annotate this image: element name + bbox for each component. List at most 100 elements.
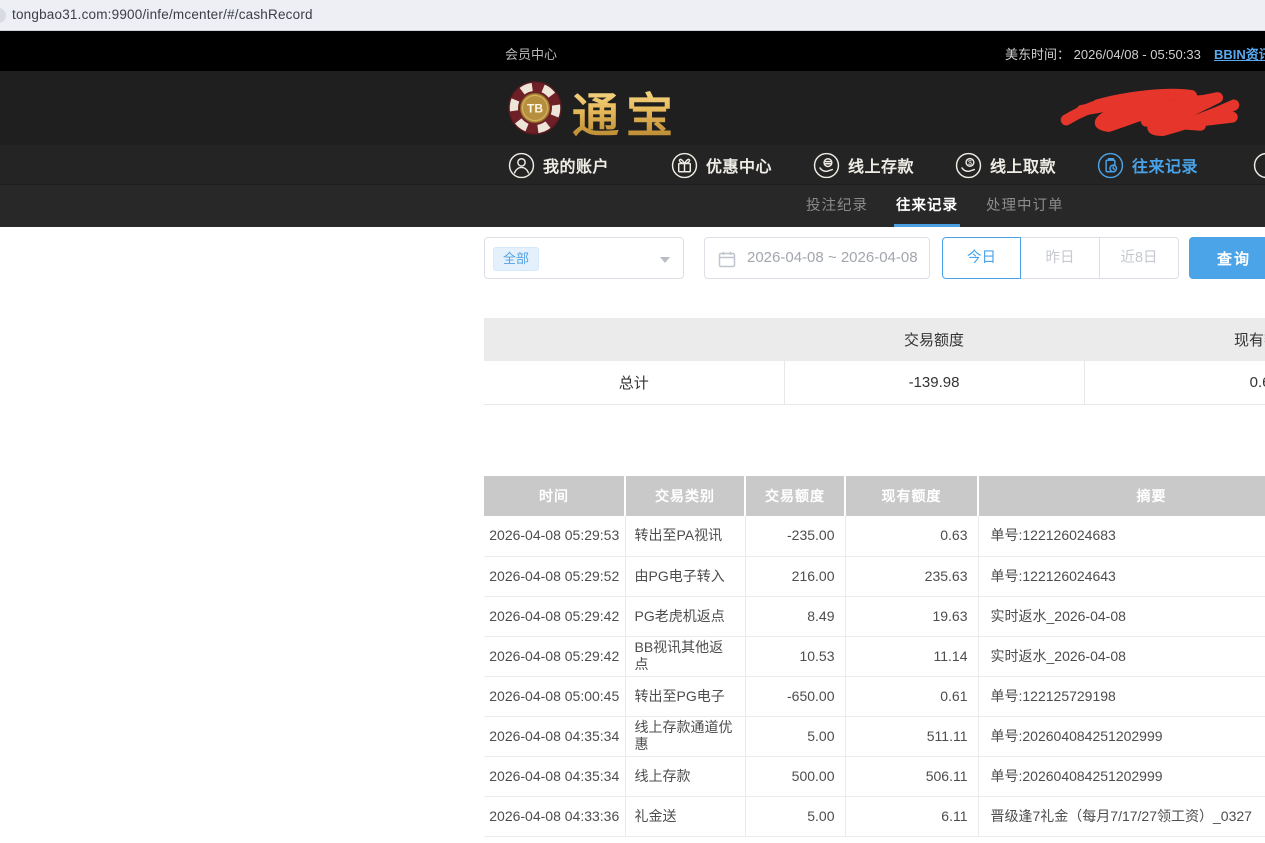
- cell-time: 2026-04-08 05:29:52: [484, 556, 625, 596]
- cell-balance: 0.63: [845, 516, 978, 556]
- cell-note: 单号:122126024683: [978, 516, 1265, 556]
- tb-badge-text: TB: [527, 102, 543, 116]
- cell-time: 2026-04-08 04:33:36: [484, 796, 625, 836]
- nav-item-next-partial[interactable]: [1253, 145, 1265, 185]
- browser-url-bar[interactable]: tongbao31.com:9900/infe/mcenter/#/cashRe…: [0, 0, 1265, 31]
- cell-trade-amount: 5.00: [745, 796, 845, 836]
- bbin-news-link[interactable]: BBIN资讯: [1214, 44, 1265, 63]
- cell-trade-amount: -650.00: [745, 676, 845, 716]
- date-range-value: 2026-04-08 ~ 2026-04-08: [747, 249, 918, 266]
- page: tongbao31.com:9900/infe/mcenter/#/cashRe…: [0, 0, 1265, 843]
- col-header-note: 摘要: [978, 476, 1265, 516]
- cell-type: 由PG电子转入: [625, 556, 745, 596]
- table-row: 2026-04-08 05:00:45转出至PG电子-650.000.61单号:…: [484, 676, 1265, 716]
- summary-trade-amount-value: -139.98: [784, 361, 1084, 404]
- tb-chip-logo-icon[interactable]: TB: [508, 81, 562, 135]
- cell-note: 实时返水_2026-04-08: [978, 636, 1265, 676]
- cell-type: BB视讯其他返点: [625, 636, 745, 676]
- nav-item-my-account[interactable]: 我的账户: [508, 145, 609, 185]
- withdraw-icon: $: [955, 152, 982, 179]
- eastern-time-label: 美东时间： 2026/04/08 - 05:50:33: [1005, 44, 1201, 63]
- cell-time: 2026-04-08 05:29:42: [484, 596, 625, 636]
- nav-item-online-deposit[interactable]: 线上存款: [813, 145, 914, 185]
- sub-nav: 投注纪录 往来记录 处理中订单: [0, 185, 1265, 227]
- deposit-icon: [813, 152, 840, 179]
- cell-trade-amount: 10.53: [745, 636, 845, 676]
- yesterday-button[interactable]: 昨日: [1021, 237, 1100, 279]
- cell-time: 2026-04-08 04:35:34: [484, 716, 625, 756]
- calendar-icon: [717, 249, 737, 269]
- records-table-body: 2026-04-08 05:29:53转出至PA视讯-235.000.63单号:…: [484, 516, 1265, 836]
- cell-type: PG老虎机返点: [625, 596, 745, 636]
- cell-trade-amount: 8.49: [745, 596, 845, 636]
- cell-balance: 6.11: [845, 796, 978, 836]
- records-table: 时间 交易类别 交易额度 现有额度 摘要 2026-04-08 05:29:53…: [484, 476, 1265, 837]
- last-8-days-button[interactable]: 近8日: [1100, 237, 1179, 279]
- cell-balance: 506.11: [845, 756, 978, 796]
- cell-balance: 235.63: [845, 556, 978, 596]
- url-text[interactable]: tongbao31.com:9900/infe/mcenter/#/cashRe…: [12, 7, 313, 22]
- summary-header-empty: [484, 318, 784, 361]
- cell-trade-amount: 216.00: [745, 556, 845, 596]
- subnav-pending-orders[interactable]: 处理中订单: [986, 185, 1064, 227]
- cell-trade-amount: 5.00: [745, 716, 845, 756]
- col-header-time: 时间: [484, 476, 625, 516]
- table-row: 2026-04-08 04:33:36礼金送5.006.11晋级逢7礼金（每月7…: [484, 796, 1265, 836]
- search-button[interactable]: 查询: [1189, 237, 1265, 279]
- top-bar: 会员中心 美东时间： 2026/04/08 - 05:50:33 BBIN资讯: [0, 31, 1265, 71]
- nav-label: 线上取款: [990, 153, 1056, 177]
- col-header-trade-amount: 交易额度: [745, 476, 845, 516]
- subnav-transaction-records[interactable]: 往来记录: [896, 185, 958, 227]
- cell-note: 实时返水_2026-04-08: [978, 596, 1265, 636]
- cell-trade-amount: -235.00: [745, 516, 845, 556]
- cell-time: 2026-04-08 04:35:34: [484, 756, 625, 796]
- summary-table: 交易额度 现有额度 总计 -139.98 0.63: [484, 318, 1265, 405]
- table-row: 2026-04-08 04:35:34线上存款通道优惠5.00511.11单号:…: [484, 716, 1265, 756]
- quick-date-buttons: 今日 昨日 近8日: [942, 237, 1179, 279]
- summary-balance-value: 0.63: [1084, 361, 1265, 404]
- records-header-row: 时间 交易类别 交易额度 现有额度 摘要: [484, 476, 1265, 516]
- cell-note: 晋级逢7礼金（每月7/17/27领工资）_0327: [978, 796, 1265, 836]
- table-row: 2026-04-08 05:29:42BB视讯其他返点10.5311.14实时返…: [484, 636, 1265, 676]
- col-header-type: 交易类别: [625, 476, 745, 516]
- cell-type: 转出至PA视讯: [625, 516, 745, 556]
- summary-header-trade-amount: 交易额度: [784, 318, 1084, 361]
- cell-balance: 11.14: [845, 636, 978, 676]
- cell-balance: 19.63: [845, 596, 978, 636]
- header-bar: TB 通宝: [0, 71, 1265, 145]
- cell-type: 线上存款通道优惠: [625, 716, 745, 756]
- brand-name[interactable]: 通宝: [572, 77, 680, 146]
- col-header-balance: 现有额度: [845, 476, 978, 516]
- cell-time: 2026-04-08 05:00:45: [484, 676, 625, 716]
- nav-item-online-withdraw[interactable]: $ 线上取款: [955, 145, 1056, 185]
- type-select[interactable]: 全部: [484, 237, 684, 279]
- cell-balance: 511.11: [845, 716, 978, 756]
- chevron-down-icon: [660, 257, 670, 263]
- table-row: 2026-04-08 05:29:42PG老虎机返点8.4919.63实时返水_…: [484, 596, 1265, 636]
- cell-note: 单号:202604084251202999: [978, 756, 1265, 796]
- today-button[interactable]: 今日: [942, 237, 1021, 279]
- summary-header-row: 交易额度 现有额度: [484, 318, 1265, 361]
- cell-note: 单号:122125729198: [978, 676, 1265, 716]
- cell-type: 礼金送: [625, 796, 745, 836]
- svg-text:$: $: [968, 158, 972, 167]
- gift-icon: [671, 152, 698, 179]
- summary-total-row: 总计 -139.98 0.63: [484, 361, 1265, 404]
- table-row: 2026-04-08 04:35:34线上存款500.00506.11单号:20…: [484, 756, 1265, 796]
- cell-note: 单号:122126024643: [978, 556, 1265, 596]
- cell-trade-amount: 500.00: [745, 756, 845, 796]
- subnav-bet-records[interactable]: 投注纪录: [806, 185, 868, 227]
- records-icon: [1097, 152, 1124, 179]
- red-scribble-redaction: [1049, 78, 1251, 147]
- type-select-tag[interactable]: 全部: [493, 247, 539, 271]
- member-center-link[interactable]: 会员中心: [505, 44, 557, 63]
- nav-item-transaction-records[interactable]: 往来记录: [1097, 145, 1198, 185]
- cell-type: 转出至PG电子: [625, 676, 745, 716]
- partial-nav-icon: [1253, 152, 1265, 179]
- cell-time: 2026-04-08 05:29:53: [484, 516, 625, 556]
- nav-item-promo-center[interactable]: 优惠中心: [671, 145, 772, 185]
- summary-total-label: 总计: [484, 361, 784, 404]
- cell-note: 单号:202604084251202999: [978, 716, 1265, 756]
- nav-label: 线上存款: [848, 153, 914, 177]
- date-range-input[interactable]: 2026-04-08 ~ 2026-04-08: [704, 237, 930, 279]
